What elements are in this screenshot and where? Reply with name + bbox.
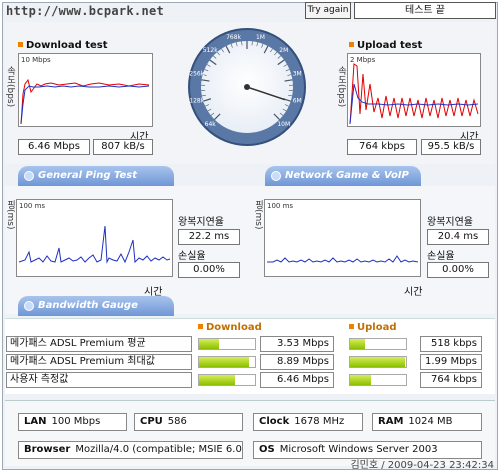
footer-credit: 김민호 / 2009-04-23 23:42:34 <box>350 460 494 471</box>
upload-series-red <box>349 63 479 125</box>
ping-general-rtt: 22.2 ms <box>178 229 240 245</box>
bullet-icon <box>349 42 354 47</box>
ping-general-rtt-label: 왕복지연율 <box>178 217 224 228</box>
bullet-icon <box>349 324 354 329</box>
test-status: 테스트 끝 <box>354 2 496 19</box>
bandwidth-download-value: 3.53 Mbps <box>260 336 334 352</box>
clock-info: Clock 1678 MHz <box>253 413 363 431</box>
gauge-label: 3M <box>293 71 302 78</box>
try-again-button[interactable]: Try again <box>305 2 351 19</box>
upload-graph: 2 Mbps <box>347 53 481 127</box>
ping-network-loss: 0.00% <box>427 262 489 278</box>
ping-general-loss: 0.00% <box>178 262 240 278</box>
ram-info: RAM 1024 MB <box>372 413 482 431</box>
download-series-blue <box>20 85 150 125</box>
gauge-label: 768k <box>226 34 241 41</box>
cpu-info: CPU 586 <box>134 413 243 431</box>
tab-bullet-icon <box>271 171 281 181</box>
speed-gauge: 64k 128k 256k 512k 768k 1M 2M 3M 6M 10M <box>186 26 308 148</box>
gauge-label: 512k <box>203 47 218 54</box>
gauge-label: 64k <box>205 121 217 128</box>
bandwidth-download-bar <box>198 374 256 386</box>
bandwidth-upload-bar <box>349 356 407 368</box>
ping-network-series <box>267 255 419 263</box>
lan-info: LAN 100 Mbps <box>18 413 127 431</box>
download-kbs: 807 kB/s <box>93 139 153 155</box>
bandwidth-upload-bar <box>349 374 407 386</box>
ping-general-graph: 100 ms <box>16 199 173 277</box>
tab-bandwidth-gauge[interactable]: Bandwidth Gauge <box>18 296 174 316</box>
bandwidth-row-label: 메가패스 ADSL Premium 최대값 <box>6 354 192 370</box>
bandwidth-download-bar <box>198 356 256 368</box>
download-mbps: 6.46 Mbps <box>18 139 90 155</box>
download-title: Download test <box>18 40 108 51</box>
gauge-label: 10M <box>277 121 290 128</box>
bandwidth-upload-bar <box>349 338 407 350</box>
ping-network-xaxis: 시간 <box>404 287 423 298</box>
bullet-icon <box>18 42 23 47</box>
ping-general-series <box>18 225 171 264</box>
gauge-label: 6M <box>293 97 302 104</box>
ping-network-loss-label: 손실율 <box>427 251 455 262</box>
bandwidth-upload-value: 1.99 Mbps <box>420 354 482 370</box>
gauge-label: 256k <box>189 71 204 78</box>
bandwidth-download-value: 8.89 Mbps <box>260 354 334 370</box>
bandwidth-row-label: 사용자 측정값 <box>6 372 192 388</box>
tab-network-game[interactable]: Network Game & VoIP Test <box>265 166 421 201</box>
upload-title: Upload test <box>349 40 422 51</box>
ping-network-graph: 100 ms <box>264 199 421 277</box>
upload-kbps: 764 kbps <box>347 139 417 155</box>
bandwidth-download-head: Download <box>198 322 262 333</box>
browser-info: Browser Mozilla/4.0 (compatible; MSIE 6.0 <box>18 441 243 459</box>
gauge-label: 1M <box>256 34 265 41</box>
bandwidth-download-bar <box>198 338 256 350</box>
upload-kbs: 95.5 kB/s <box>421 139 481 155</box>
gauge-label: 128k <box>189 97 204 104</box>
bullet-icon <box>198 324 203 329</box>
bandwidth-upload-value: 518 kbps <box>420 336 482 352</box>
download-graph: 10 Mbps <box>18 53 153 127</box>
bandwidth-upload-value: 764 kbps <box>420 372 482 388</box>
site-url[interactable]: http://www.bcpark.net <box>6 4 164 18</box>
tab-bullet-icon <box>24 301 34 311</box>
bandwidth-upload-head: Upload <box>349 322 396 333</box>
ping-general-loss-label: 손실율 <box>178 251 206 262</box>
bandwidth-download-value: 6.46 Mbps <box>260 372 334 388</box>
download-yaxis: 속도(bps) <box>5 66 15 108</box>
bandwidth-row-label: 메가패스 ADSL Premium 평균 <box>6 336 192 352</box>
tab-general-ping[interactable]: General Ping Test <box>18 166 174 186</box>
gauge-label: 2M <box>279 47 288 54</box>
ping-network-rtt-label: 왕복지연율 <box>427 217 473 228</box>
ping-network-rtt: 20.4 ms <box>427 229 489 245</box>
tab-bullet-icon <box>24 171 34 181</box>
